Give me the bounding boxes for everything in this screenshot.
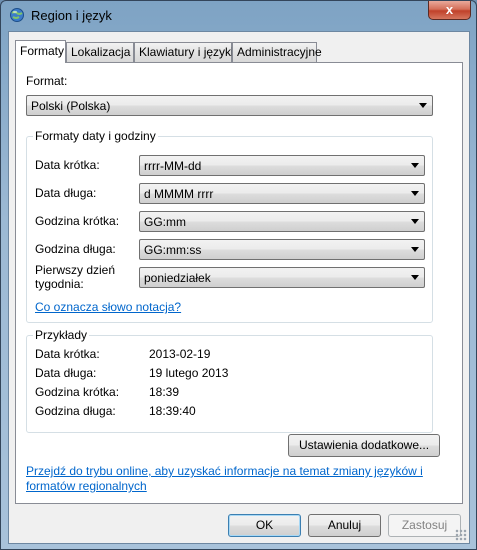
datetime-formats-group: Formaty daty i godziny Data krótka: rrrr… (26, 129, 433, 323)
notation-help-link[interactable]: Co oznacza słowo notacja? (35, 300, 181, 314)
example-short-time-value: 18:39 (149, 385, 180, 399)
window-title: Region i język (31, 8, 112, 23)
globe-icon (10, 8, 24, 22)
example-long-date-value: 19 lutego 2013 (149, 366, 229, 380)
tab-formaty[interactable]: Formaty (15, 40, 66, 63)
datetime-group-title: Formaty daty i godziny (33, 129, 158, 143)
first-day-label-line2: tygodnia: (35, 277, 84, 291)
short-date-label: Data krótka: (35, 158, 100, 172)
tab-klawiatury-i-jezyki[interactable]: Klawiatury i języki (134, 42, 234, 62)
example-long-date-label: Data długa: (35, 366, 97, 380)
examples-group-title: Przykłady (33, 328, 90, 342)
example-long-time-value: 18:39:40 (149, 404, 196, 418)
tab-administracyjne[interactable]: Administracyjne (232, 42, 322, 62)
additional-settings-button[interactable]: Ustawienia dodatkowe... (288, 434, 440, 457)
long-date-select[interactable]: d MMMM rrrr (139, 183, 425, 204)
short-time-value: GG:mm (144, 215, 186, 229)
short-time-label: Godzina krótka: (35, 214, 120, 228)
long-time-value: GG:mm:ss (144, 243, 202, 257)
chevron-down-icon (419, 103, 427, 108)
close-icon: x (445, 2, 454, 17)
title-bar[interactable]: Region i język x (1, 1, 476, 31)
first-day-label-line1: Pierwszy dzień (35, 263, 116, 277)
chevron-down-icon (411, 275, 419, 280)
long-time-select[interactable]: GG:mm:ss (139, 239, 425, 260)
chevron-down-icon (411, 163, 419, 168)
example-short-date-value: 2013-02-19 (149, 347, 211, 361)
short-time-select[interactable]: GG:mm (139, 211, 425, 232)
online-info-link-line1[interactable]: Przejdź do trybu online, aby uzyskać inf… (26, 464, 423, 478)
long-time-label: Godzina długa: (35, 242, 116, 256)
long-date-value: d MMMM rrrr (144, 187, 214, 201)
short-date-select[interactable]: rrrr-MM-dd (139, 155, 425, 176)
first-day-value: poniedziałek (144, 271, 211, 285)
chevron-down-icon (411, 219, 419, 224)
dialog-window: Region i język x Formaty Lokalizacja Kla… (0, 0, 477, 550)
online-info-link-line2[interactable]: formatów regionalnych (26, 479, 147, 493)
chevron-down-icon (411, 247, 419, 252)
cancel-button[interactable]: Anuluj (308, 514, 381, 537)
format-label: Format: (26, 74, 68, 88)
dialog-client-area: Formaty Lokalizacja Klawiatury i języki … (8, 31, 470, 544)
examples-group: Przykłady Data krótka: 2013-02-19 Data d… (26, 328, 433, 433)
example-short-time-label: Godzina krótka: (35, 385, 120, 399)
ok-button[interactable]: OK (228, 514, 301, 537)
example-long-time-label: Godzina długa: (35, 404, 116, 418)
format-value: Polski (Polska) (31, 99, 111, 113)
formaty-panel: Format: Polski (Polska) Formaty daty i g… (15, 62, 463, 504)
close-button[interactable]: x (428, 1, 471, 20)
short-date-value: rrrr-MM-dd (144, 159, 202, 173)
example-short-date-label: Data krótka: (35, 347, 100, 361)
apply-button[interactable]: Zastosuj (388, 514, 461, 537)
chevron-down-icon (411, 191, 419, 196)
long-date-label: Data długa: (35, 186, 97, 200)
first-day-select[interactable]: poniedziałek (139, 267, 425, 288)
format-select[interactable]: Polski (Polska) (26, 95, 433, 116)
resize-grip-icon[interactable] (455, 529, 467, 541)
tab-lokalizacja[interactable]: Lokalizacja (66, 42, 134, 62)
